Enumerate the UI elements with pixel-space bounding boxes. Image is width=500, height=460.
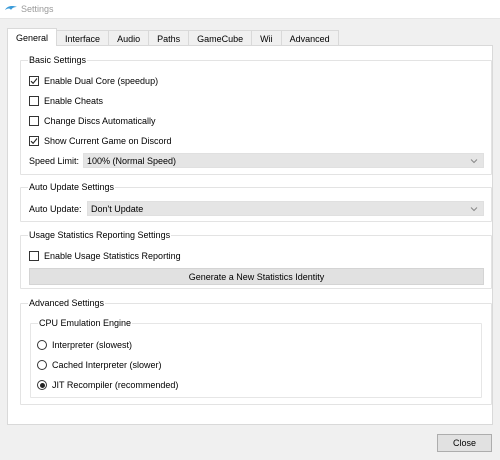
close-button[interactable]: Close <box>437 434 492 452</box>
show-discord-label: Show Current Game on Discord <box>44 136 172 146</box>
radio-unselected-icon <box>37 360 47 370</box>
advanced-settings-title: Advanced Settings <box>28 298 106 309</box>
basic-settings-title: Basic Settings <box>28 55 88 66</box>
engine-interpreter-radio[interactable]: Interpreter (slowest) <box>37 338 132 352</box>
checkbox-unchecked-icon <box>29 116 39 126</box>
engine-jit-recompiler-radio[interactable]: JIT Recompiler (recommended) <box>37 378 178 392</box>
change-discs-label: Change Discs Automatically <box>44 116 156 126</box>
advanced-settings-group: Advanced Settings CPU Emulation Engine I… <box>20 298 492 405</box>
radio-unselected-icon <box>37 340 47 350</box>
chevron-down-icon <box>470 207 478 212</box>
enable-dual-core-label: Enable Dual Core (speedup) <box>44 76 159 86</box>
checkbox-checked-icon <box>29 136 39 146</box>
speed-limit-select[interactable]: 100% (Normal Speed) <box>83 153 484 168</box>
engine-jit-recompiler-label: JIT Recompiler (recommended) <box>52 380 179 390</box>
checkbox-unchecked-icon <box>29 251 39 261</box>
dolphin-app-icon <box>4 4 18 14</box>
close-button-label: Close <box>452 438 476 448</box>
usage-statistics-group: Usage Statistics Reporting Settings Enab… <box>20 230 492 289</box>
radio-selected-icon <box>37 380 47 390</box>
auto-update-group: Auto Update Settings Auto Update: Don't … <box>20 182 492 222</box>
checkbox-unchecked-icon <box>29 96 39 106</box>
auto-update-title: Auto Update Settings <box>28 182 116 193</box>
cpu-emulation-engine-group: CPU Emulation Engine Interpreter (slowes… <box>30 318 482 398</box>
tab-wii[interactable]: Wii <box>251 30 282 46</box>
title-bar: Settings <box>0 0 500 19</box>
enable-usage-statistics-label: Enable Usage Statistics Reporting <box>44 251 181 261</box>
cpu-emulation-engine-title: CPU Emulation Engine <box>38 318 133 329</box>
tab-audio[interactable]: Audio <box>108 30 150 46</box>
change-discs-checkbox[interactable]: Change Discs Automatically <box>29 114 156 128</box>
general-tab-panel: Basic Settings Enable Dual Core (speedup… <box>7 45 493 425</box>
tab-bar: General Interface Audio Paths GameCube W… <box>7 28 339 46</box>
generate-statistics-identity-label: Generate a New Statistics Identity <box>188 271 325 282</box>
checkbox-checked-icon <box>29 76 39 86</box>
tab-gamecube[interactable]: GameCube <box>188 30 253 46</box>
engine-interpreter-label: Interpreter (slowest) <box>52 340 133 350</box>
basic-settings-group: Basic Settings Enable Dual Core (speedup… <box>20 55 492 175</box>
tab-interface[interactable]: Interface <box>56 30 110 46</box>
auto-update-label: Auto Update: <box>29 204 82 214</box>
auto-update-value: Don't Update <box>91 203 144 214</box>
generate-statistics-identity-button[interactable]: Generate a New Statistics Identity <box>29 268 484 285</box>
tab-paths[interactable]: Paths <box>148 30 190 46</box>
tab-general[interactable]: General <box>7 28 58 46</box>
tab-advanced[interactable]: Advanced <box>280 30 339 46</box>
auto-update-select[interactable]: Don't Update <box>87 201 484 216</box>
enable-usage-statistics-checkbox[interactable]: Enable Usage Statistics Reporting <box>29 249 181 263</box>
show-discord-checkbox[interactable]: Show Current Game on Discord <box>29 134 172 148</box>
speed-limit-value: 100% (Normal Speed) <box>87 155 177 166</box>
window-title: Settings <box>21 4 54 14</box>
enable-cheats-label: Enable Cheats <box>44 96 104 106</box>
enable-cheats-checkbox[interactable]: Enable Cheats <box>29 94 103 108</box>
engine-cached-interpreter-radio[interactable]: Cached Interpreter (slower) <box>37 358 162 372</box>
enable-dual-core-checkbox[interactable]: Enable Dual Core (speedup) <box>29 74 158 88</box>
usage-statistics-title: Usage Statistics Reporting Settings <box>28 230 172 241</box>
engine-cached-interpreter-label: Cached Interpreter (slower) <box>52 360 162 370</box>
speed-limit-label: Speed Limit: <box>29 156 80 166</box>
chevron-down-icon <box>470 159 478 164</box>
